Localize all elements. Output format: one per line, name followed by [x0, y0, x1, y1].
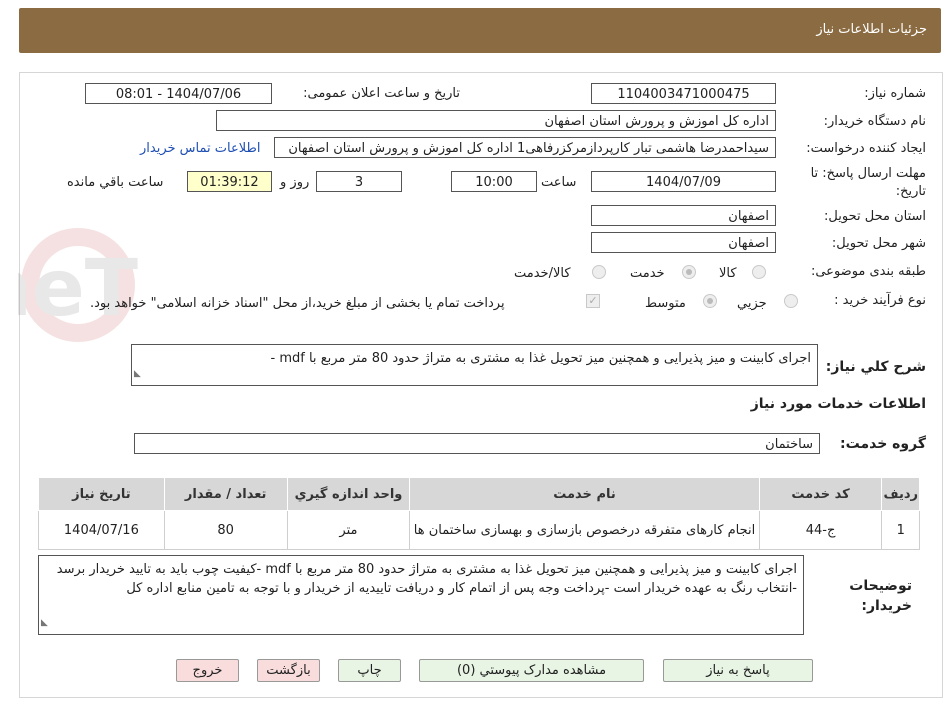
- province-field: اصفهان: [591, 205, 776, 226]
- deadline-time-field: 10:00: [451, 171, 537, 192]
- buyer-contact-link[interactable]: اطلاعات تماس خریدار: [140, 141, 260, 156]
- cell-index: 1: [881, 510, 920, 550]
- col-header-unit: واحد اندازه گيري: [286, 477, 411, 511]
- resize-grip-icon[interactable]: ◢: [41, 614, 48, 633]
- col-header-qty: تعداد / مقدار: [163, 477, 288, 511]
- table-header-row: رديف کد خدمت نام خدمت واحد اندازه گيري ت…: [38, 477, 920, 511]
- col-header-index: رديف: [881, 477, 920, 511]
- remaining-time-field: 01:39:12: [187, 171, 272, 192]
- process-option-medium: متوسط: [645, 296, 686, 311]
- summary-text: اجرای کابینت و میز پذیرایی و همچنین میز …: [270, 351, 811, 366]
- page-header: جزئیات اطلاعات نیاز: [19, 8, 941, 53]
- col-header-name: نام خدمت: [409, 477, 760, 511]
- service-group-field: ساختمان: [134, 433, 820, 454]
- need-number-field: 1104003471000475: [591, 83, 776, 104]
- province-label: استان محل تحویل:: [824, 209, 926, 224]
- services-section-title: اطلاعات خدمات مورد نياز: [750, 396, 926, 412]
- table-row: 1 ج-44 انجام کارهای متفرقه درخصوص بازساز…: [38, 510, 920, 550]
- days-label: روز و: [280, 175, 310, 190]
- deadline-label-date: تاریخ:: [895, 184, 926, 199]
- cell-qty: 80: [163, 510, 288, 550]
- service-group-label: گروه خدمت:: [840, 436, 926, 452]
- cell-unit: متر: [286, 510, 411, 550]
- buyer-notes-textarea[interactable]: اجرای کابینت و میز پذیرایی و همچنین میز …: [38, 555, 804, 635]
- exit-button[interactable]: خروج: [176, 659, 239, 682]
- need-number-label: شماره نیاز:: [864, 86, 926, 101]
- category-radio-service[interactable]: [682, 265, 696, 279]
- process-option-minor: جزیي: [737, 296, 767, 311]
- treasury-checkbox[interactable]: ✓: [586, 294, 600, 308]
- category-label: طبقه بندی موضوعی:: [810, 264, 926, 279]
- process-radio-minor[interactable]: [784, 294, 798, 308]
- col-header-date: تاريخ نياز: [38, 477, 165, 511]
- services-table: رديف کد خدمت نام خدمت واحد اندازه گيري ت…: [38, 477, 920, 550]
- buyer-notes-text: اجرای کابینت و میز پذیرایی و همچنین میز …: [56, 562, 797, 596]
- summary-textarea[interactable]: اجرای کابینت و میز پذیرایی و همچنین میز …: [131, 344, 818, 386]
- category-option-goods: کالا: [719, 266, 737, 281]
- cell-date: 1404/07/16: [38, 510, 165, 550]
- city-label: شهر محل تحویل:: [831, 236, 926, 251]
- remaining-label: ساعت باقي مانده: [67, 175, 164, 190]
- payment-note: پرداخت تمام یا بخشی از مبلغ خرید،از محل …: [90, 296, 505, 311]
- process-label: نوع فرآیند خرید :: [834, 293, 926, 308]
- category-radio-goods-service[interactable]: [592, 265, 606, 279]
- city-field: اصفهان: [591, 232, 776, 253]
- remaining-days-field: 3: [316, 171, 402, 192]
- creator-label: ایجاد کننده درخواست:: [806, 141, 926, 156]
- category-radio-goods[interactable]: [752, 265, 766, 279]
- back-button[interactable]: بازگشت: [257, 659, 320, 682]
- buyer-notes-label: توضيحات: [849, 578, 912, 594]
- print-button[interactable]: چاپ: [338, 659, 401, 682]
- cell-code: ج-44: [758, 510, 883, 550]
- cell-name: انجام کارهای متفرقه درخصوص بازسازی و بهس…: [409, 510, 760, 550]
- buyer-org-label: نام دستگاه خریدار:: [823, 114, 926, 129]
- category-option-goods-service: کالا/خدمت: [514, 266, 571, 281]
- reply-button[interactable]: پاسخ به نياز: [663, 659, 813, 682]
- category-option-service: خدمت: [630, 266, 665, 281]
- process-radio-medium[interactable]: [703, 294, 717, 308]
- resize-grip-icon[interactable]: ◢: [134, 365, 141, 384]
- buyer-org-field: اداره کل اموزش و پرورش استان اصفهان: [216, 110, 776, 131]
- deadline-date-field: 1404/07/09: [591, 171, 776, 192]
- announce-label: تاریخ و ساعت اعلان عمومی:: [303, 86, 460, 101]
- buyer-notes-label-2: خريدار:: [861, 598, 912, 614]
- attachments-button[interactable]: مشاهده مدارک پيوستي (0): [419, 659, 644, 682]
- deadline-hour-label: ساعت: [541, 175, 577, 190]
- creator-field: سیداحمدرضا هاشمی تبار کارپردازمرکزرفاهی1…: [274, 137, 776, 158]
- page-title: جزئیات اطلاعات نیاز: [816, 22, 927, 37]
- deadline-label: مهلت ارسال پاسخ: تا: [810, 166, 926, 181]
- announce-datetime-field: 1404/07/06 - 08:01: [85, 83, 272, 104]
- col-header-code: کد خدمت: [758, 477, 883, 511]
- summary-label: شرح كلي نياز:: [825, 359, 926, 375]
